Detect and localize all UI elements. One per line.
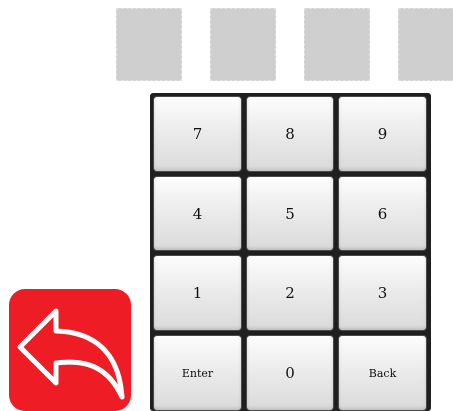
curved-back-arrow-icon [17,308,125,400]
key-9[interactable]: 9 [338,96,427,172]
key-1[interactable]: 1 [153,255,242,331]
numeric-keypad: 7 8 9 4 5 6 1 2 3 Enter 0 Back [150,93,431,411]
key-4[interactable]: 4 [153,176,242,251]
key-8[interactable]: 8 [246,96,334,172]
return-button[interactable] [9,289,131,411]
pin-digit-slot-2 [210,8,276,81]
key-6[interactable]: 6 [338,176,427,251]
key-5[interactable]: 5 [246,176,334,251]
pin-digit-slot-4 [398,8,453,81]
enter-button[interactable]: Enter [153,335,242,411]
key-3[interactable]: 3 [338,255,427,331]
key-0[interactable]: 0 [246,335,334,411]
pin-digit-slot-3 [304,8,370,81]
backspace-button[interactable]: Back [338,335,427,411]
key-7[interactable]: 7 [153,96,242,172]
key-2[interactable]: 2 [246,255,334,331]
pin-digit-slot-1 [116,8,182,81]
